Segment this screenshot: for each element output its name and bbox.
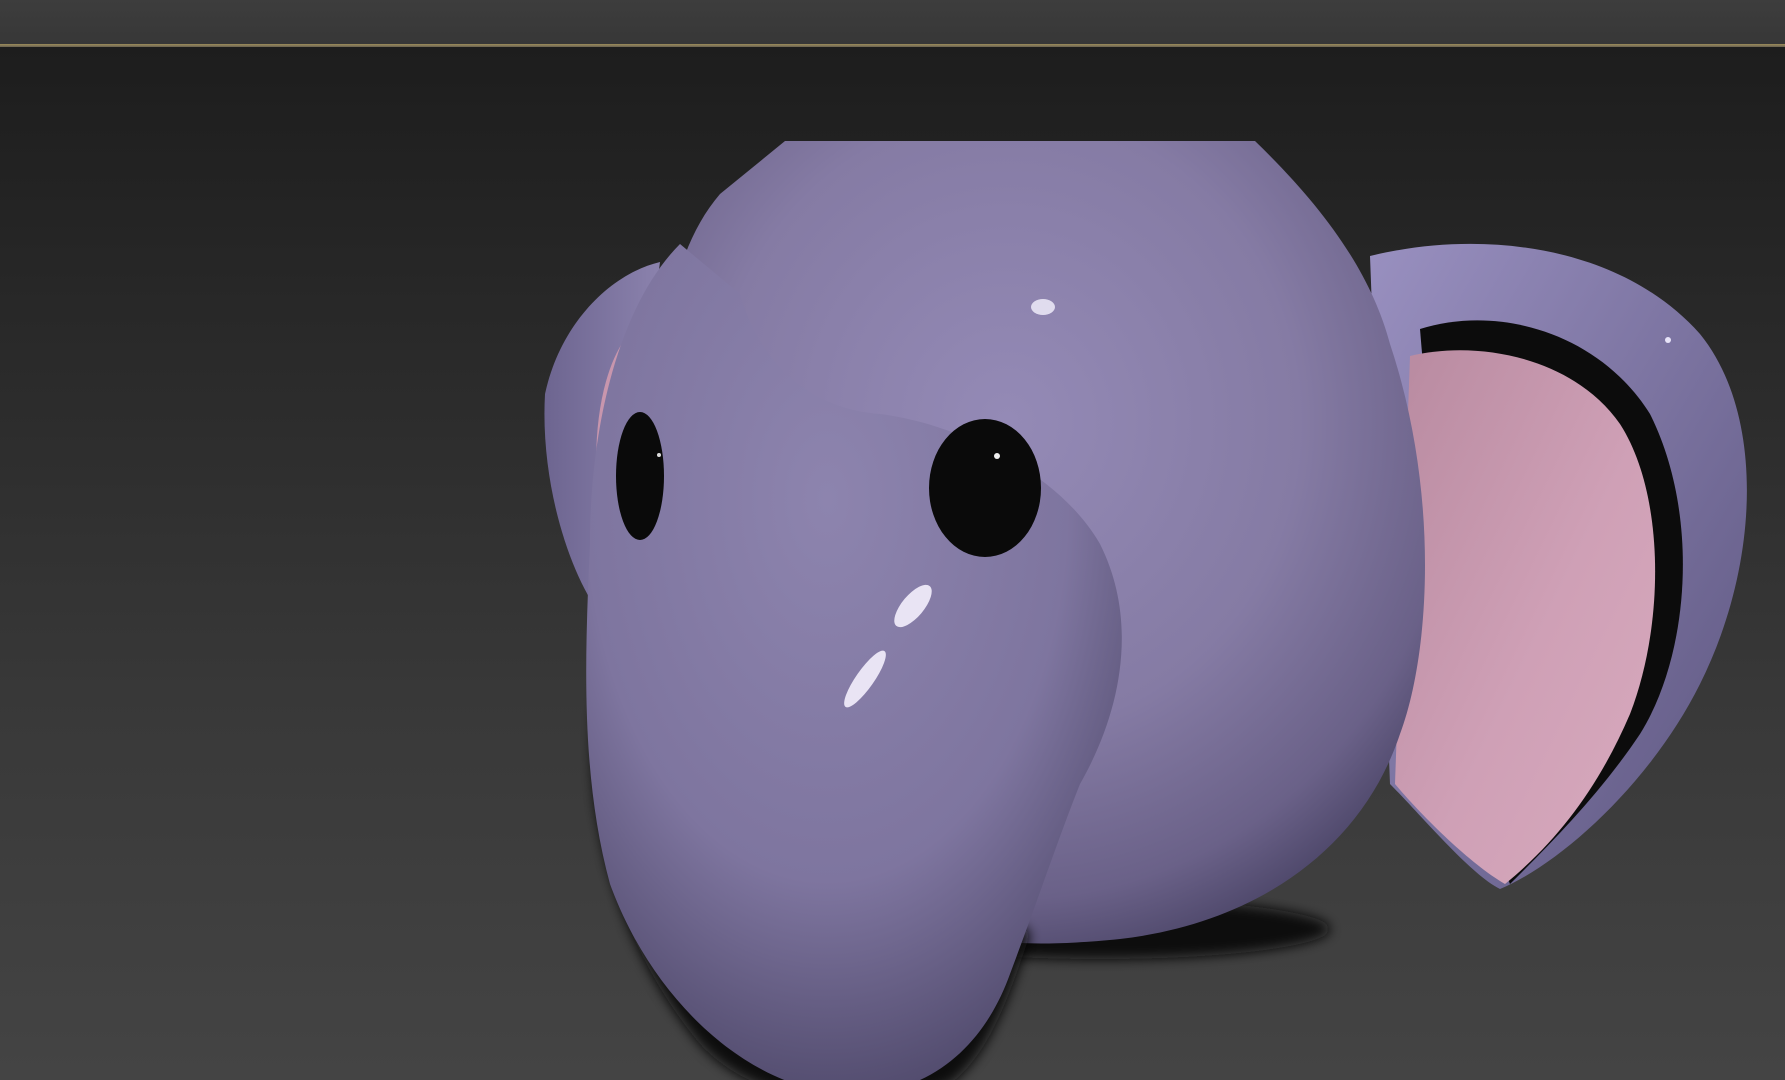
left-eye[interactable]: [616, 412, 664, 540]
forehead-specular-highlight: [1031, 299, 1055, 315]
left-eye-highlight: [657, 453, 661, 457]
right-ear-inner: [1395, 350, 1656, 884]
left-eye-ball: [616, 412, 664, 540]
right-ear[interactable]: [1370, 243, 1747, 890]
perspective-viewport[interactable]: [0, 47, 1785, 1080]
viewport-scene[interactable]: [0, 47, 1785, 1080]
right-eye[interactable]: [929, 419, 1041, 557]
top-toolbar-strip: [0, 0, 1785, 44]
right-eye-ball: [929, 419, 1041, 557]
app-window: [0, 0, 1785, 1080]
right-eye-highlight: [994, 453, 1000, 459]
ear-specular-highlight: [1665, 337, 1671, 343]
